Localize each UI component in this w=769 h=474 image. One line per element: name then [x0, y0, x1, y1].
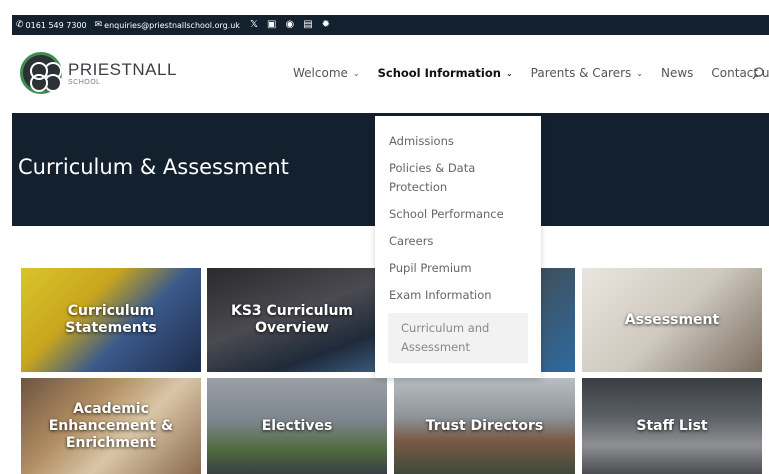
chevron-down-icon: ⌄	[352, 68, 360, 78]
nav-item-school-information[interactable]: School Information ⌄	[378, 66, 513, 80]
nav-label: Welcome	[293, 66, 348, 80]
main-nav: Welcome ⌄ School Information ⌄ Parents &…	[293, 66, 769, 80]
nav-item-news[interactable]: News	[661, 66, 693, 80]
tile-academic-enhancement[interactable]: Academic Enhancement & Enrichment	[21, 378, 201, 474]
chevron-down-icon: ⌄	[636, 68, 643, 78]
nav-label: Parents & Carers	[530, 66, 632, 80]
logo-name: PRIESTNALL	[68, 59, 177, 79]
tile-label: Trust Directors	[425, 417, 544, 434]
tile-ks3-curriculum-overview[interactable]: KS3 Curriculum Overview	[207, 268, 387, 372]
tile-label: Electives	[261, 417, 333, 434]
dropdown-item-careers[interactable]: Careers	[375, 232, 541, 251]
nav-item-welcome[interactable]: Welcome ⌄	[293, 66, 360, 80]
social-links: 𝕏 ▣ ◉ ▤ ✹	[250, 20, 330, 30]
tile-assessment[interactable]: Assessment	[582, 268, 762, 372]
dropdown-item-curriculum-assessment[interactable]: Curriculum and Assessment	[388, 313, 528, 363]
tile-label: Academic Enhancement & Enrichment	[48, 400, 174, 451]
tile-label: KS3 Curriculum Overview	[230, 303, 353, 336]
school-logo[interactable]: PRIESTNALL SCHOOL	[20, 52, 177, 94]
tile-label: Curriculum Statements	[65, 303, 157, 336]
x-icon[interactable]: 𝕏	[250, 20, 258, 30]
dropdown-item-exam-information[interactable]: Exam Information	[375, 286, 541, 305]
facebook-icon[interactable]: ◉	[285, 20, 294, 30]
phone-number: 0161 549 7300	[25, 20, 87, 30]
tile-trust-directors[interactable]: Trust Directors	[394, 378, 575, 474]
phone-icon: ✆	[16, 20, 24, 30]
tile-label: Staff List	[636, 417, 708, 434]
settings-icon[interactable]: ✹	[322, 20, 330, 30]
dropdown-item-pupil-premium[interactable]: Pupil Premium	[375, 259, 541, 278]
tile-curriculum-statements[interactable]: Curriculum Statements	[21, 268, 201, 372]
camera-icon[interactable]: ▤	[303, 20, 312, 30]
tile-electives[interactable]: Electives	[207, 378, 387, 474]
email-address: enquiries@priestnallschool.org.uk	[104, 20, 240, 30]
school-information-dropdown: Admissions Policies & Data Protection Sc…	[375, 116, 541, 378]
dropdown-item-school-performance[interactable]: School Performance	[375, 205, 541, 224]
page-title: Curriculum & Assessment	[18, 155, 289, 179]
nav-label: News	[660, 66, 694, 80]
chevron-down-icon: ⌄	[505, 68, 513, 78]
dropdown-item-admissions[interactable]: Admissions	[375, 132, 541, 151]
search-icon[interactable]	[752, 67, 764, 81]
mail-icon: ✉	[94, 20, 103, 30]
top-bar: ✆ 0161 549 7300 ✉ enquiries@priestnallsc…	[12, 15, 769, 35]
nav-label: School Information	[377, 66, 501, 80]
tile-label: Assessment	[624, 311, 720, 328]
tile-staff-list[interactable]: Staff List	[582, 378, 762, 474]
logo-badge-icon	[20, 52, 62, 94]
logo-subtitle: SCHOOL	[68, 78, 101, 86]
email-link[interactable]: ✉ enquiries@priestnallschool.org.uk	[95, 20, 240, 30]
instagram-icon[interactable]: ▣	[267, 20, 276, 30]
phone-link[interactable]: ✆ 0161 549 7300	[16, 20, 87, 30]
nav-item-parents-carers[interactable]: Parents & Carers ⌄	[531, 66, 643, 80]
dropdown-item-policies[interactable]: Policies & Data Protection	[375, 159, 541, 197]
